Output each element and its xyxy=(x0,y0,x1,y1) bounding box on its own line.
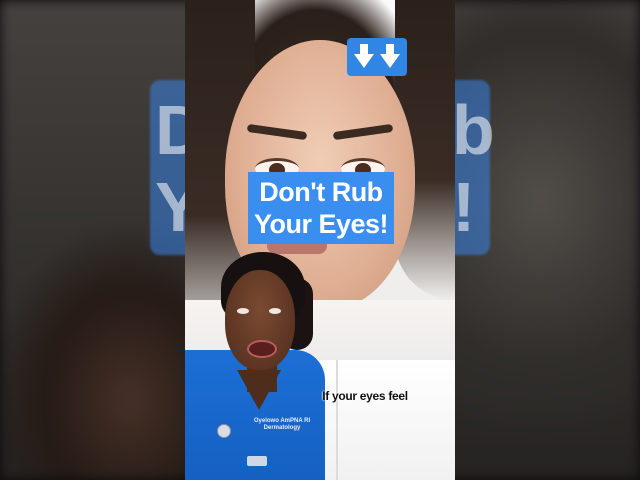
doctor-right-eye xyxy=(269,308,281,314)
subtitle-caption: If your eyes feel xyxy=(322,389,408,403)
blurred-letter-b: b xyxy=(452,91,495,169)
name-tag-name: Oyelowo AmPNA RI xyxy=(253,418,311,424)
doctor-face xyxy=(225,270,295,370)
video-player[interactable]: D Y b ! Don't Rub Your Eyes! Oyelowo AmP… xyxy=(0,0,640,480)
doctor-presenter: Oyelowo AmPNA RI Dermatology xyxy=(185,250,325,480)
name-tag-department: Dermatology xyxy=(263,425,301,431)
video-title-banner: Don't Rub Your Eyes! xyxy=(248,172,394,244)
video-frame: Don't Rub Your Eyes! Oyelowo AmPNA RI De… xyxy=(185,0,455,480)
left-eyebrow xyxy=(246,123,308,141)
doctor-left-eye xyxy=(237,308,249,314)
right-eyebrow xyxy=(332,123,394,141)
doctor-mouth xyxy=(247,340,277,358)
name-tag: Oyelowo AmPNA RI Dermatology xyxy=(247,418,317,432)
scrubs-pocket xyxy=(247,456,267,466)
blurred-letter-exclaim: ! xyxy=(452,168,476,246)
panel-seam xyxy=(336,360,338,480)
title-line-1: Don't Rub xyxy=(259,177,383,207)
down-arrow-icon xyxy=(354,44,374,68)
title-line-2: Your Eyes! xyxy=(253,209,389,239)
caption-background xyxy=(311,360,455,480)
down-arrow-icon xyxy=(380,44,400,68)
badge-clip-icon xyxy=(217,424,231,438)
double-down-arrow-icon xyxy=(347,38,407,76)
